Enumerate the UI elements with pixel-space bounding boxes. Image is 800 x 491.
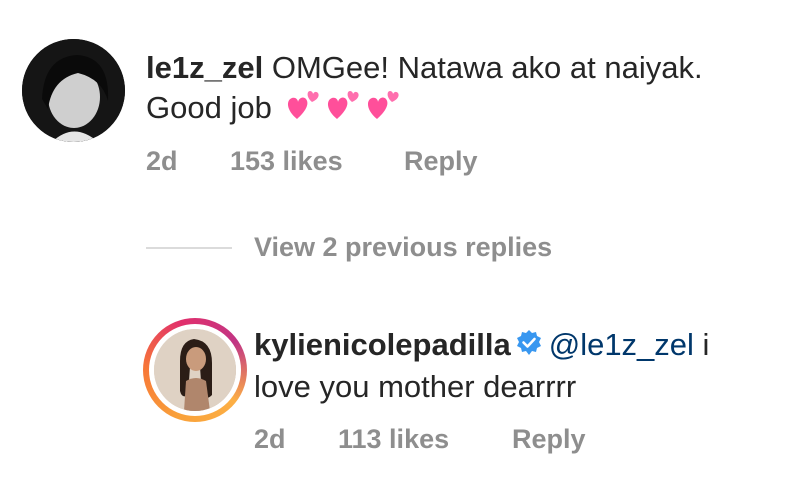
two-hearts-icon [284, 88, 320, 132]
two-hearts-icon [324, 88, 360, 132]
avatar-le1z-zel[interactable] [22, 39, 125, 142]
comment-likes[interactable]: 113 likes [338, 424, 449, 455]
comment-text-line2: love you mother dearrrr [254, 368, 577, 404]
comment-username[interactable]: kylienicolepadilla [254, 327, 511, 362]
comment-time: 2d [254, 424, 286, 454]
two-hearts-icon [364, 88, 400, 132]
comment-text-line1-end: i [693, 327, 710, 362]
comment-text-line2: Good job [146, 90, 272, 126]
avatar-kylienicolepadilla[interactable] [149, 324, 241, 416]
mention-link[interactable]: @le1z_zel [549, 327, 694, 362]
replies-divider [146, 247, 232, 249]
comment-username[interactable]: le1z_zel [146, 50, 263, 85]
comment-meta-2: 2d 113 likes Reply [254, 424, 754, 458]
reply-button[interactable]: Reply [512, 424, 586, 455]
comment-likes[interactable]: 153 likes [230, 146, 343, 177]
comment-text-line1: OMGee! Natawa ako at naiyak. [271, 50, 703, 85]
view-previous-replies-button[interactable]: View 2 previous replies [254, 232, 552, 263]
reply-button[interactable]: Reply [404, 146, 478, 177]
comment-body-2: kylienicolepadilla @le1z_zel i love you … [254, 325, 784, 407]
comment-time: 2d [146, 146, 178, 176]
comment-body-1: le1z_zel OMGee! Natawa ako at naiyak. Go… [146, 48, 786, 132]
avatar-photo-icon [154, 329, 236, 411]
avatar-photo-icon [22, 39, 125, 142]
verified-badge-icon [515, 327, 543, 367]
comment-meta-1: 2d 153 likes Reply [146, 146, 646, 180]
